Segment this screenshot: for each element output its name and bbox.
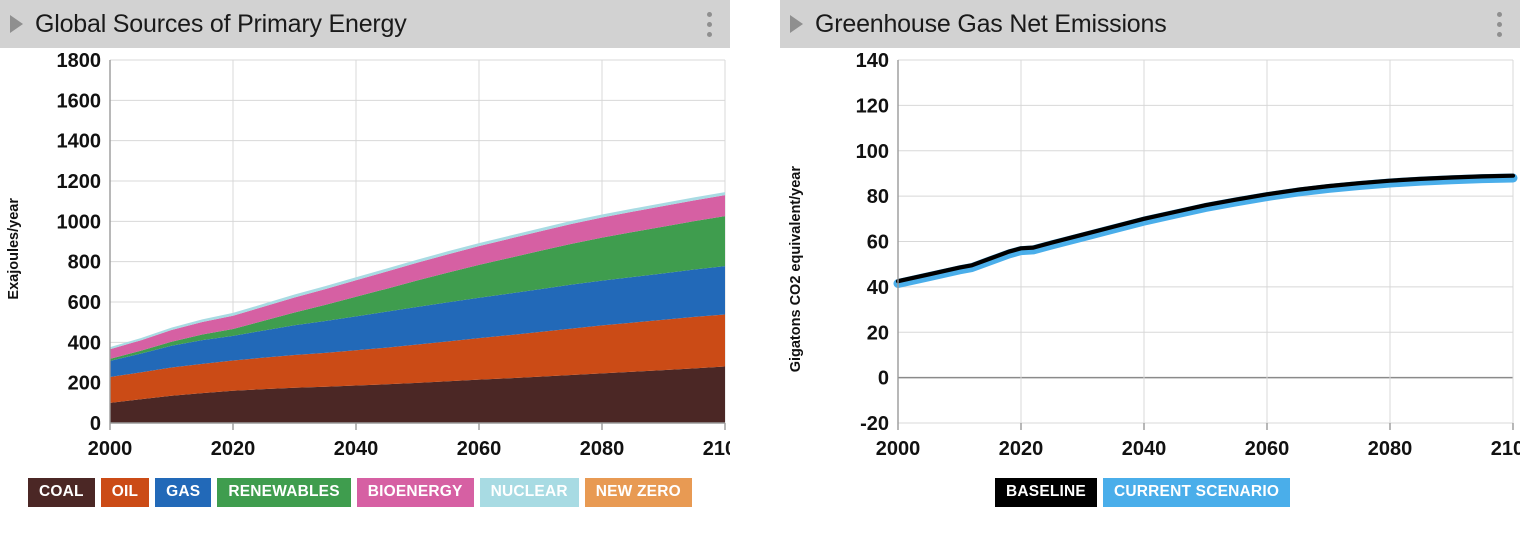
svg-text:2000: 2000 bbox=[88, 438, 133, 460]
svg-text:100: 100 bbox=[856, 141, 889, 163]
legend-item-baseline[interactable]: BASELINE bbox=[995, 478, 1097, 507]
svg-text:40: 40 bbox=[867, 277, 889, 299]
legend-item-renewables[interactable]: RENEWABLES bbox=[217, 478, 351, 507]
svg-text:2060: 2060 bbox=[457, 438, 502, 460]
legend-item-bioenergy[interactable]: BIOENERGY bbox=[356, 478, 474, 507]
svg-text:2020: 2020 bbox=[211, 438, 256, 460]
svg-text:1400: 1400 bbox=[57, 131, 102, 153]
legend-item-current-scenario[interactable]: CURRENT SCENARIO bbox=[1102, 478, 1291, 507]
legend-item-coal[interactable]: COAL bbox=[28, 478, 95, 507]
kebab-menu-icon[interactable] bbox=[701, 8, 718, 41]
page-title: Greenhouse Gas Net Emissions bbox=[815, 9, 1167, 38]
panel-header-energy[interactable]: Global Sources of Primary Energy bbox=[0, 0, 730, 48]
svg-text:1000: 1000 bbox=[57, 211, 102, 233]
kebab-menu-icon[interactable] bbox=[1491, 8, 1508, 41]
svg-text:2060: 2060 bbox=[1245, 438, 1290, 460]
svg-text:2080: 2080 bbox=[580, 438, 625, 460]
stacked-area-chart: 0 200 400 600 800 1000 1200 1400 1600 1800 2000 202… bbox=[57, 50, 731, 460]
svg-text:2100: 2100 bbox=[1491, 438, 1520, 460]
chart-area-energy: Exajoules/year 0 200 400 600 800 1000 1200 1400… bbox=[0, 48, 730, 478]
svg-text:2020: 2020 bbox=[999, 438, 1044, 460]
svg-text:600: 600 bbox=[68, 292, 101, 314]
line-series-current-scenario bbox=[893, 173, 1518, 288]
dashboard-root: Global Sources of Primary Energy Exajoul… bbox=[0, 0, 1527, 551]
page-title: Global Sources of Primary Energy bbox=[35, 9, 407, 38]
triangle-right-icon[interactable] bbox=[10, 15, 23, 33]
svg-text:1600: 1600 bbox=[57, 90, 102, 112]
svg-text:400: 400 bbox=[68, 332, 101, 354]
svg-text:2040: 2040 bbox=[334, 438, 379, 460]
legend-item-new-zero[interactable]: NEW ZERO bbox=[584, 478, 692, 507]
svg-text:200: 200 bbox=[68, 373, 101, 395]
legend-item-nuclear[interactable]: NUCLEAR bbox=[479, 478, 579, 507]
line-chart: -200204060801001201402000 2020 2040 2060 208… bbox=[856, 50, 1520, 460]
svg-text:0: 0 bbox=[878, 368, 889, 390]
panel-global-sources-of-primary-energy: Global Sources of Primary Energy Exajoul… bbox=[0, 0, 730, 551]
svg-text:120: 120 bbox=[856, 95, 889, 117]
svg-text:2000: 2000 bbox=[876, 438, 921, 460]
svg-text:140: 140 bbox=[856, 50, 889, 72]
svg-text:800: 800 bbox=[68, 252, 101, 274]
panel-greenhouse-gas-net-emissions: Greenhouse Gas Net Emissions Gigatons CO… bbox=[780, 0, 1520, 551]
chart-area-emissions: Gigatons CO2 equivalent/year -20 0 20 40 60 8… bbox=[780, 48, 1520, 478]
svg-text:1200: 1200 bbox=[57, 171, 102, 193]
svg-text:20: 20 bbox=[867, 322, 889, 344]
triangle-right-icon[interactable] bbox=[790, 15, 803, 33]
svg-text:1800: 1800 bbox=[57, 50, 102, 72]
svg-text:2080: 2080 bbox=[1368, 438, 1413, 460]
svg-text:2100: 2100 bbox=[703, 438, 730, 460]
legend-item-oil[interactable]: OIL bbox=[100, 478, 150, 507]
panel-header-emissions[interactable]: Greenhouse Gas Net Emissions bbox=[780, 0, 1520, 48]
svg-text:2040: 2040 bbox=[1122, 438, 1167, 460]
svg-text:80: 80 bbox=[867, 186, 889, 208]
svg-text:0: 0 bbox=[90, 413, 101, 435]
legend-energy: COAL OIL GAS RENEWABLES BIOENERGY NUCLEAR NEW … bbox=[0, 478, 730, 507]
legend-emissions: BASELINE CURRENT SCENARIO bbox=[780, 478, 1520, 507]
svg-text:60: 60 bbox=[867, 232, 889, 254]
svg-text:-20: -20 bbox=[860, 413, 889, 435]
legend-item-gas[interactable]: GAS bbox=[155, 478, 212, 507]
